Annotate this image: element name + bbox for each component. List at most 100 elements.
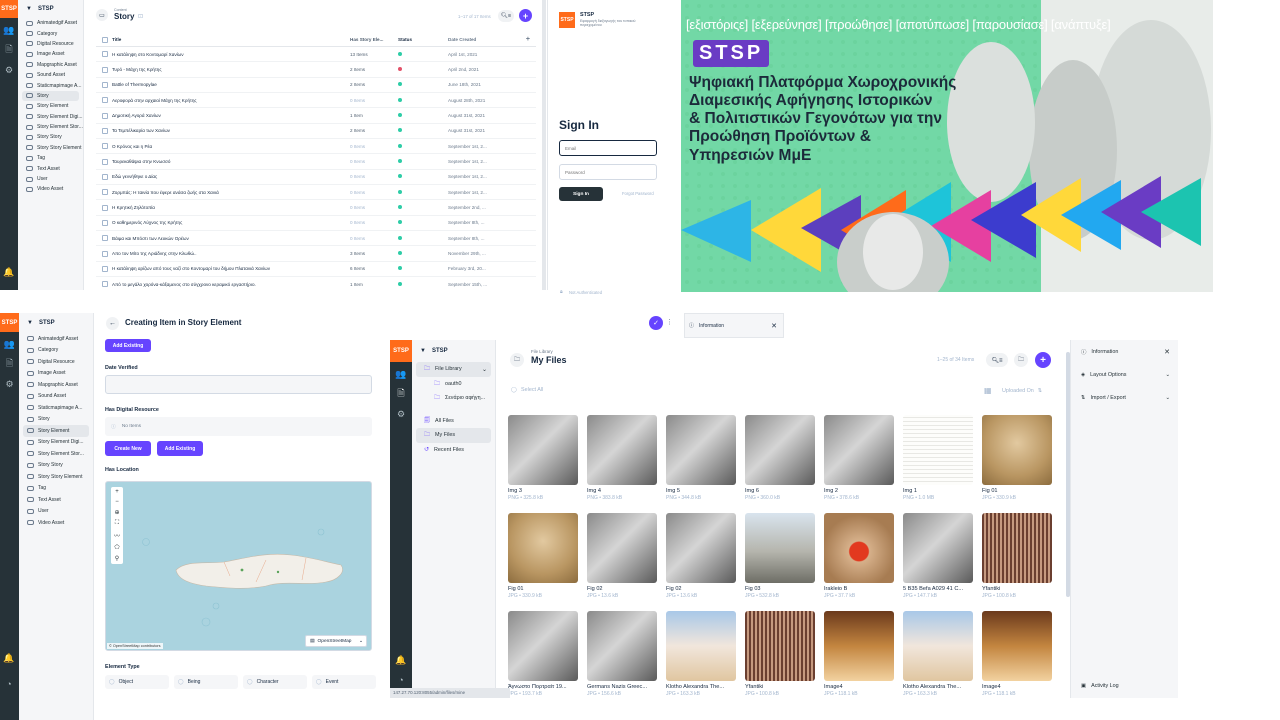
add-existing-button[interactable]: Add Existing <box>157 441 203 456</box>
forgot-password-link[interactable]: Forgot Password <box>622 191 654 196</box>
back-button[interactable]: ← <box>106 317 119 330</box>
file-card[interactable]: Irakleio B JPG • 37.7 kB <box>824 513 894 599</box>
nav-item[interactable]: Story <box>19 414 93 426</box>
table-row[interactable]: Η Κρητική Ζηλότοπία 0 Items September 2n… <box>96 200 536 216</box>
file-nav-item[interactable]: 🗀 File Library ⌄ <box>416 362 491 377</box>
file-card[interactable]: Yfantiki JPG • 100.8 kB <box>745 611 815 697</box>
nav-item[interactable]: Story Element Digi... <box>18 112 83 122</box>
file-card[interactable]: Image4 JPG • 118.1 kB <box>982 611 1052 697</box>
zoom-out-icon[interactable]: − <box>115 499 119 505</box>
file-nav-item[interactable]: 🗀 My Files <box>416 428 491 443</box>
element-type-option[interactable]: ◯ Object <box>105 675 169 689</box>
table-row[interactable]: Η κατάληψη στο Κοντομαρί Χανίων 13 Items… <box>96 47 536 63</box>
row-checkbox[interactable] <box>102 143 108 150</box>
row-checkbox[interactable] <box>102 281 108 288</box>
row-checkbox[interactable] <box>102 112 108 119</box>
close-icon[interactable]: ✕ <box>1164 348 1170 356</box>
breadcrumb[interactable]: File Library <box>531 349 553 354</box>
nav-item[interactable]: Story Element <box>18 101 83 111</box>
app-logo[interactable]: STSP <box>0 0 18 18</box>
users-icon[interactable]: 👥 <box>1 22 17 38</box>
file-card[interactable]: Germans Nazis Greec... JPG • 156.6 kB <box>587 611 657 697</box>
nav-item[interactable]: Story Story <box>19 460 93 472</box>
file-card[interactable]: Img 3 PNG • 325.8 kB <box>508 415 578 501</box>
table-row[interactable]: Ζορμπάς: Η ταινία που έφερε ανάσα ζωής σ… <box>96 185 536 201</box>
more-options-icon[interactable]: ⋮ <box>666 318 673 326</box>
nav-item[interactable]: Video Asset <box>18 184 83 194</box>
nav-item[interactable]: Story <box>22 90 79 102</box>
col-status[interactable]: Status <box>398 37 448 42</box>
row-checkbox[interactable] <box>102 97 108 104</box>
file-card[interactable]: Άγνωστο Πορτραίτ 19... JPG • 193.7 kB <box>508 611 578 697</box>
import-export-row[interactable]: ⇅ Import / Export ⌄ <box>1071 386 1178 410</box>
file-card[interactable]: Img 2 PNG • 378.6 kB <box>824 415 894 501</box>
draw-line-icon[interactable]: 〰 <box>114 531 120 540</box>
file-card[interactable]: Fig 02 JPG • 13.6 kB <box>587 513 657 599</box>
table-row[interactable]: Απο τον Μίτο της Αριάδνης στην Κλωθώ.. 3… <box>96 246 536 262</box>
nav-item[interactable]: Sound Asset <box>19 391 93 403</box>
date-verified-input[interactable] <box>105 375 372 394</box>
fullscreen-icon[interactable]: ⛶ <box>115 520 119 527</box>
row-checkbox[interactable] <box>102 265 108 272</box>
zoom-in-icon[interactable]: + <box>115 489 119 495</box>
nav-item[interactable]: Story Story Element <box>18 143 83 153</box>
bell-icon[interactable]: 🔔 <box>1 264 17 280</box>
files-icon[interactable]: 🗎 <box>2 356 18 372</box>
row-checkbox[interactable] <box>102 51 108 58</box>
table-row[interactable]: Από το μεγάλο χορόνα-κάξαμενος στο σύγχρ… <box>96 277 536 290</box>
table-row[interactable]: Βάιμα και Μπόστι των Λευκών Ορέων 0 Item… <box>96 231 536 247</box>
locate-icon[interactable]: ⊕ <box>114 509 119 516</box>
nav-item[interactable]: Image Asset <box>19 368 93 380</box>
element-type-option[interactable]: ◯ Event <box>312 675 376 689</box>
bell-icon[interactable]: 🔔 <box>393 652 409 668</box>
table-row[interactable]: Τα Τεμπέλικαρία των Χανίων 2 Items Augus… <box>96 124 536 140</box>
map-attribution[interactable]: © OpenStreetMap contributors <box>107 643 163 649</box>
file-card[interactable]: Img 4 PNG • 383.8 kB <box>587 415 657 501</box>
file-nav-item[interactable]: 🗐 All Files <box>416 414 491 429</box>
row-checkbox[interactable] <box>102 235 108 242</box>
element-type-option[interactable]: ◯ Being <box>174 675 238 689</box>
draw-polygon-icon[interactable]: ⬠ <box>114 544 119 551</box>
nav-item[interactable]: Story Story <box>18 132 83 142</box>
search-filter-button[interactable]: 🔍︎≡ <box>986 353 1008 367</box>
info-row[interactable]: ⓘ Information ✕ <box>1071 340 1178 364</box>
scrollbar[interactable] <box>542 0 546 290</box>
nav-item[interactable]: Story Story Element <box>19 471 93 483</box>
nav-item[interactable]: Story Element Stor... <box>18 122 83 132</box>
close-icon[interactable]: ✕ <box>771 322 777 330</box>
nav-item[interactable]: Category <box>19 345 93 357</box>
nav-item[interactable]: Mapgraphic Asset <box>18 60 83 70</box>
file-nav-item[interactable]: ↺ Recent Files <box>416 443 491 458</box>
table-row[interactable]: Τυρό - Μάχη της Κρήτης 2 Items April 2nd… <box>96 62 536 78</box>
account-icon[interactable]: ◔ <box>1 676 17 692</box>
row-checkbox[interactable] <box>102 204 108 211</box>
table-row[interactable]: Δημοτική Αγορά Χανίων 1 Item August 31st… <box>96 108 536 124</box>
file-card[interactable]: Klotho Alexandra The... JPG • 163.3 kB <box>903 611 973 697</box>
files-icon[interactable]: 🗎 <box>393 386 409 402</box>
table-row[interactable]: Battle of Thermopylae 2 Items June 18th,… <box>96 78 536 94</box>
map-layer-select[interactable]: ▤ OpenStreetMap ⌄ <box>305 635 367 647</box>
email-field[interactable] <box>559 140 657 156</box>
row-checkbox[interactable] <box>102 127 108 134</box>
nav-item[interactable]: Staticmapimage A... <box>19 402 93 414</box>
file-card[interactable]: Fig 01 JPG • 330.9 kB <box>982 415 1052 501</box>
nav-item[interactable]: User <box>19 506 93 518</box>
nav-item[interactable]: Story Element Digi... <box>19 437 93 449</box>
bookmark-icon[interactable]: ⊡ <box>138 13 143 20</box>
nav-item[interactable]: Digital Resource <box>19 356 93 368</box>
file-card[interactable]: Img 6 PNG • 360.0 kB <box>745 415 815 501</box>
activity-log-row[interactable]: ▣ Activity Log <box>1071 680 1119 692</box>
table-row[interactable]: Ταυρεκαθάψια στην Κνωσσό 0 Items Septemb… <box>96 154 536 170</box>
add-field-icon[interactable]: + <box>526 36 530 43</box>
row-checkbox[interactable] <box>102 219 108 226</box>
app-logo-3[interactable]: STSP <box>390 340 412 362</box>
table-row[interactable]: Αεροφορά στην αρχαιοί Μάχη της Κρήτης 0 … <box>96 93 536 109</box>
sort-control[interactable]: Uploaded On ⇅ <box>1002 388 1042 394</box>
save-check-button[interactable]: ✓ <box>649 316 663 330</box>
nav-item[interactable]: User <box>18 174 83 184</box>
select-all[interactable]: ◯ Select All <box>511 387 543 393</box>
file-card[interactable]: 5 B35 Befa A029 41 C... JPG • 147.7 kB <box>903 513 973 599</box>
sign-in-button[interactable]: Sign In <box>559 187 603 201</box>
table-row[interactable]: Ο Κρόνος και η Ρέα 0 Items September 1st… <box>96 139 536 155</box>
table-row[interactable]: Εδώ γεννήθηκε ο Δίας 0 Items September 1… <box>96 170 536 186</box>
